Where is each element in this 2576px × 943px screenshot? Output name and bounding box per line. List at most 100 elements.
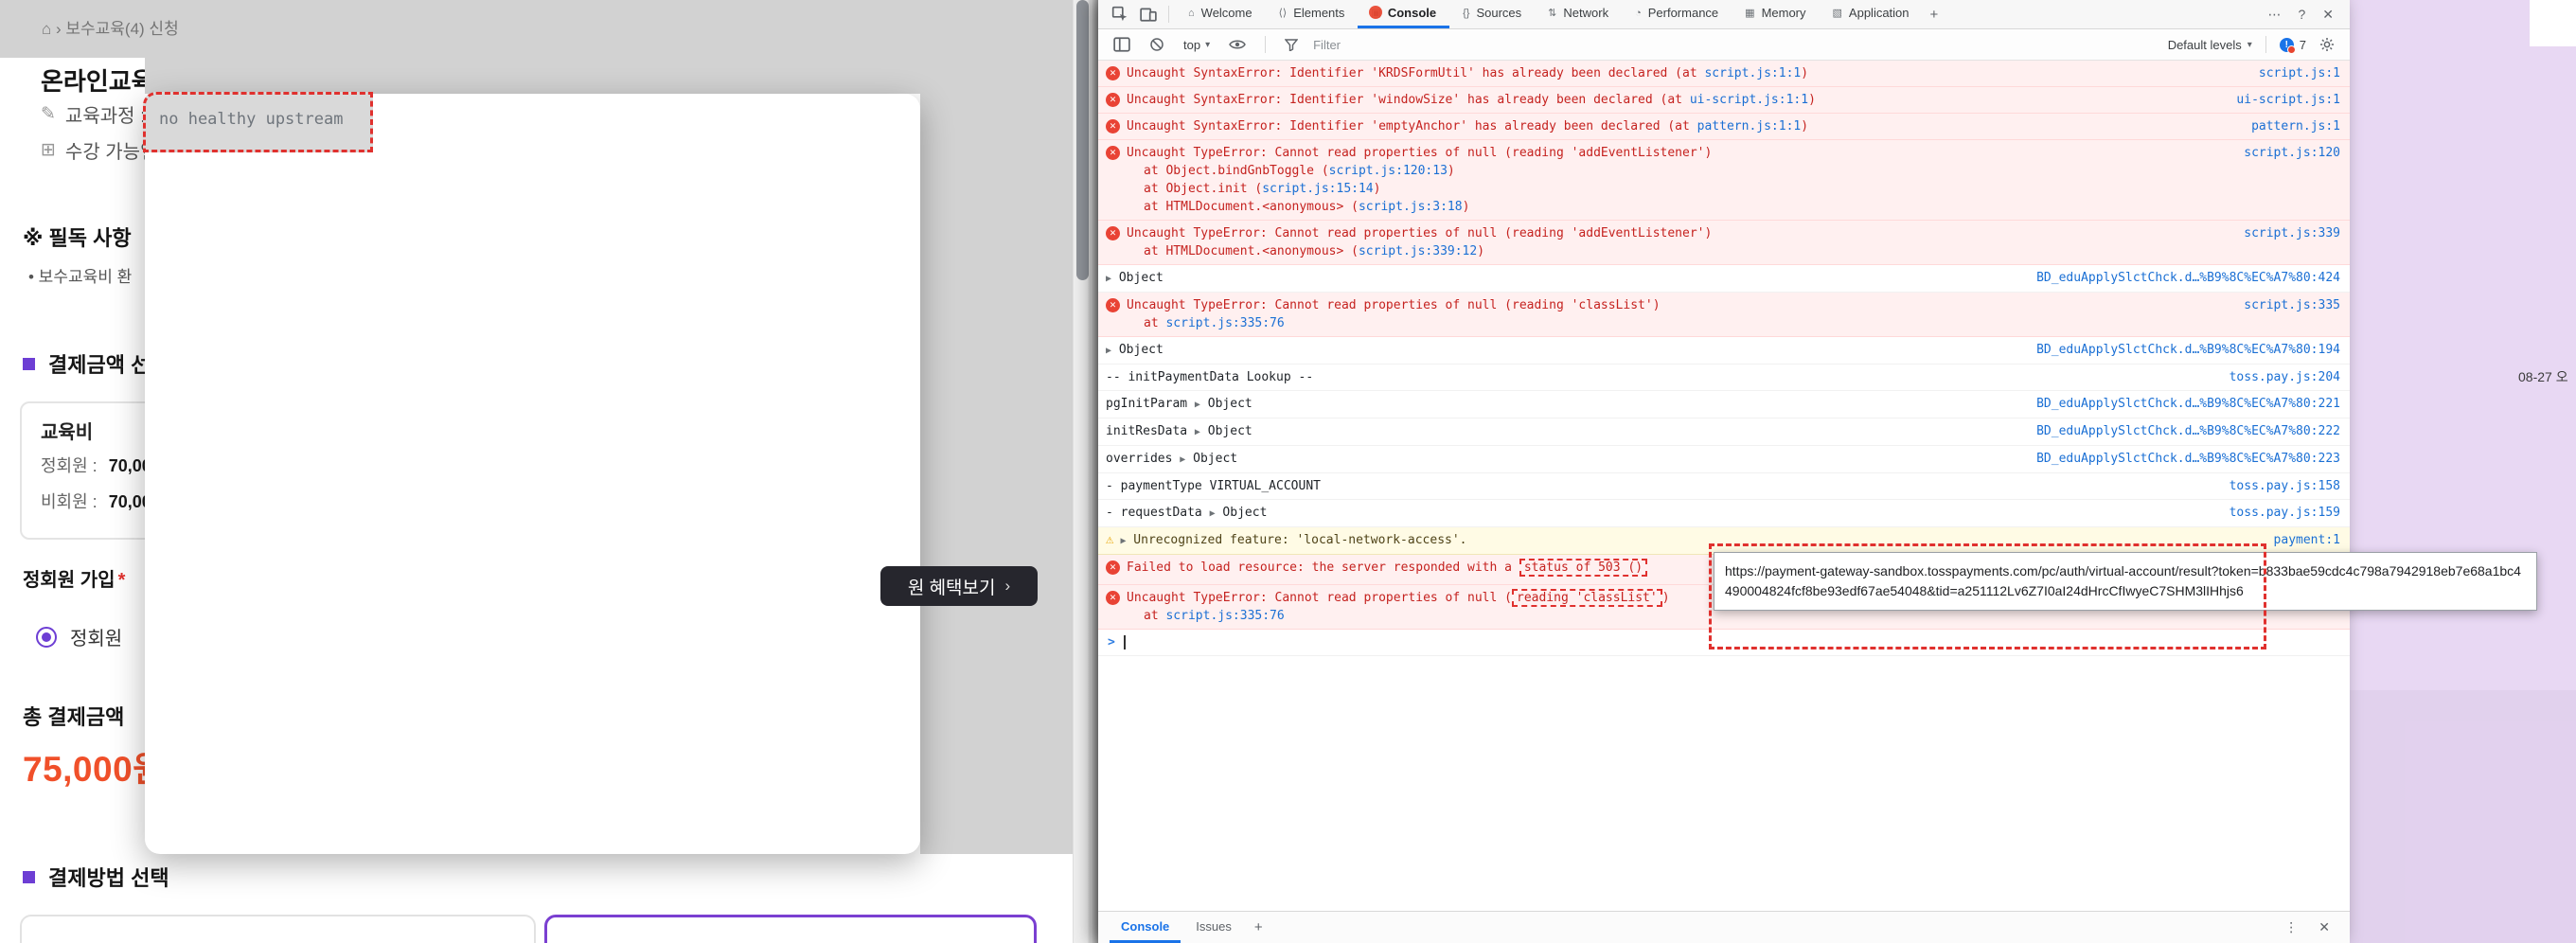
tab-performance[interactable]: ◔ Performance	[1622, 0, 1732, 28]
source-location-link[interactable]: script.js:120	[2244, 144, 2340, 162]
source-location-link[interactable]: BD_eduApplySlctChck.d…%B9%8C%EC%A7%80:22…	[2036, 450, 2340, 468]
section-label: 결제방법 선택	[48, 866, 169, 890]
console-row[interactable]: ▶ Object BD_eduApplySlctChck.d…%B9%8C%EC%…	[1098, 337, 2350, 365]
code-location-link[interactable]: script.js:15:14	[1262, 182, 1373, 196]
drawer-tab-issues[interactable]: Issues	[1184, 912, 1243, 943]
code-location-link[interactable]: script.js:1:1	[1704, 66, 1801, 80]
tab-application[interactable]: ▧ Application	[1820, 0, 1923, 28]
warning-icon: ⚠	[1106, 532, 1114, 547]
benefit-button[interactable]: 원 혜택보기 ›	[880, 566, 1038, 606]
payment-option-box[interactable]	[20, 915, 536, 943]
tab-label: Sources	[1476, 6, 1522, 20]
source-location-link[interactable]: pattern.js:1	[2251, 117, 2340, 135]
payment-option-box-selected[interactable]	[544, 915, 1037, 943]
context-selector[interactable]: top ▾	[1178, 36, 1216, 54]
message-text: )	[1462, 200, 1470, 214]
tab-label: Performance	[1647, 6, 1719, 20]
divider	[2265, 36, 2266, 53]
code-location-link[interactable]: pattern.js:1:1	[1697, 119, 1802, 133]
inspect-icon[interactable]	[1106, 6, 1134, 23]
tab-welcome[interactable]: ⌂ Welcome	[1175, 0, 1266, 28]
console-message: Uncaught TypeError: Cannot read properti…	[1127, 224, 2227, 260]
performance-tab-icon: ◔	[1635, 7, 1642, 19]
message-text: Failed to load resource: the server resp…	[1127, 560, 1519, 575]
source-location-link[interactable]: script.js:335	[2244, 296, 2340, 314]
tab-label: Console	[1387, 6, 1437, 20]
console-row[interactable]: -- initPaymentData Lookup -- toss.pay.js:…	[1098, 365, 2350, 391]
tab-label: Welcome	[1200, 6, 1252, 20]
filter-input[interactable]: Filter	[1313, 38, 1616, 52]
clear-console-icon[interactable]	[1144, 37, 1170, 52]
console-row[interactable]: ✕ Uncaught SyntaxError: Identifier 'windo…	[1098, 87, 2350, 114]
source-location-link[interactable]: BD_eduApplySlctChck.d…%B9%8C%EC%A7%80:19…	[2036, 341, 2340, 359]
more-options-icon[interactable]: ⋯	[2259, 7, 2289, 23]
benefit-button-label: 원 혜택보기	[907, 578, 996, 598]
log-levels-dropdown[interactable]: Default levels ▾	[2168, 38, 2252, 52]
error-icon: ✕	[1106, 93, 1120, 107]
stack-trace-line: at HTMLDocument.<anonymous> (script.js:3…	[1127, 198, 2227, 216]
page-top-dimmed-band: ⌂ › 보수교육(4) 신청	[0, 0, 1091, 58]
calendar-icon: ⊞	[41, 140, 56, 160]
close-devtools-icon[interactable]: ✕	[2314, 7, 2342, 23]
help-icon[interactable]: ?	[2289, 7, 2314, 22]
message-text: Object	[1111, 343, 1164, 357]
close-drawer-icon[interactable]: ✕	[2310, 919, 2338, 935]
annotated-text: reading 'classList'	[1512, 589, 1662, 607]
source-location-link[interactable]: payment:1	[2274, 531, 2340, 549]
error-icon: ✕	[1106, 226, 1120, 240]
console-row[interactable]: - paymentType VIRTUAL_ACCOUNT toss.pay.js…	[1098, 473, 2350, 500]
source-location-link[interactable]: BD_eduApplySlctChck.d…%B9%8C%EC%A7%80:22…	[2036, 395, 2340, 413]
code-location-link[interactable]: script.js:120:13	[1329, 164, 1448, 178]
code-location-link[interactable]: script.js:335:76	[1165, 316, 1284, 330]
source-location-link[interactable]: ui-script.js:1	[2236, 91, 2340, 109]
code-location-link[interactable]: script.js:335:76	[1165, 609, 1284, 623]
device-toolbar-icon[interactable]	[1134, 6, 1163, 23]
console-row[interactable]: ✕ Uncaught TypeError: Cannot read propert…	[1098, 140, 2350, 221]
source-location-link[interactable]: script.js:1	[2259, 64, 2340, 82]
console-row[interactable]: ▶ Object BD_eduApplySlctChck.d…%B9%8C%EC%…	[1098, 265, 2350, 293]
more-options-icon[interactable]: ⋮	[2276, 919, 2306, 935]
message-text: at HTMLDocument.<anonymous> (	[1144, 200, 1359, 214]
source-location-link[interactable]: toss.pay.js:204	[2230, 368, 2340, 386]
source-location-link[interactable]: toss.pay.js:158	[2230, 477, 2340, 495]
issues-counter[interactable]: 7	[2279, 37, 2306, 54]
divider	[1265, 36, 1267, 53]
tab-sources[interactable]: {} Sources	[1449, 0, 1535, 28]
error-icon: ✕	[1106, 560, 1120, 575]
message-text: Object	[1199, 397, 1252, 411]
add-tab-icon[interactable]: +	[1247, 919, 1270, 935]
radio-label: 정회원	[70, 629, 123, 649]
source-location-link[interactable]: script.js:339	[2244, 224, 2340, 242]
console-row[interactable]: ✕ Uncaught TypeError: Cannot read propert…	[1098, 221, 2350, 265]
console-row[interactable]: initResData ▶ Object BD_eduApplySlctChck.…	[1098, 418, 2350, 446]
fee-label: 정회원 :	[41, 456, 98, 475]
console-row[interactable]: ⚠ ▶ Unrecognized feature: 'local-network-…	[1098, 527, 2350, 555]
tab-memory[interactable]: ▦ Memory	[1732, 0, 1819, 28]
console-row[interactable]: ✕ Uncaught SyntaxError: Identifier 'KRDSF…	[1098, 61, 2350, 87]
drawer-tab-console[interactable]: Console	[1110, 912, 1181, 943]
code-location-link[interactable]: script.js:3:18	[1359, 200, 1463, 214]
more-tabs-icon[interactable]: +	[1923, 7, 1946, 23]
console-row[interactable]: - requestData ▶ Object toss.pay.js:159	[1098, 500, 2350, 527]
tab-label: Application	[1848, 6, 1910, 20]
source-location-link[interactable]: BD_eduApplySlctChck.d…%B9%8C%EC%A7%80:42…	[2036, 269, 2340, 287]
settings-gear-icon[interactable]	[2314, 37, 2340, 52]
notice-title: ※ 필독 사항	[23, 226, 132, 250]
source-location-link[interactable]: toss.pay.js:159	[2230, 504, 2340, 522]
console-prompt[interactable]: >	[1098, 630, 2350, 656]
console-row[interactable]: overrides ▶ Object BD_eduApplySlctChck.d……	[1098, 446, 2350, 473]
code-location-link[interactable]: script.js:339:12	[1359, 244, 1477, 258]
console-row[interactable]: ✕ Uncaught TypeError: Cannot read propert…	[1098, 293, 2350, 337]
source-location-link[interactable]: BD_eduApplySlctChck.d…%B9%8C%EC%A7%80:22…	[2036, 422, 2340, 440]
tab-network[interactable]: ⇅ Network	[1535, 0, 1622, 28]
tab-elements[interactable]: ⟨⟩ Elements	[1266, 0, 1359, 28]
context-selector-value: top	[1183, 37, 1201, 52]
radio-selected-icon[interactable]	[36, 626, 57, 648]
console-row[interactable]: pgInitParam ▶ Object BD_eduApplySlctChck.…	[1098, 391, 2350, 418]
code-location-link[interactable]: ui-script.js:1:1	[1690, 93, 1808, 107]
membership-label-text: 정회원 가입	[23, 570, 115, 591]
console-row[interactable]: ✕ Uncaught SyntaxError: Identifier 'empty…	[1098, 114, 2350, 140]
live-expression-eye-icon[interactable]	[1223, 39, 1252, 50]
console-sidebar-icon[interactable]	[1108, 37, 1136, 52]
membership-radio[interactable]: 정회원	[36, 623, 122, 650]
